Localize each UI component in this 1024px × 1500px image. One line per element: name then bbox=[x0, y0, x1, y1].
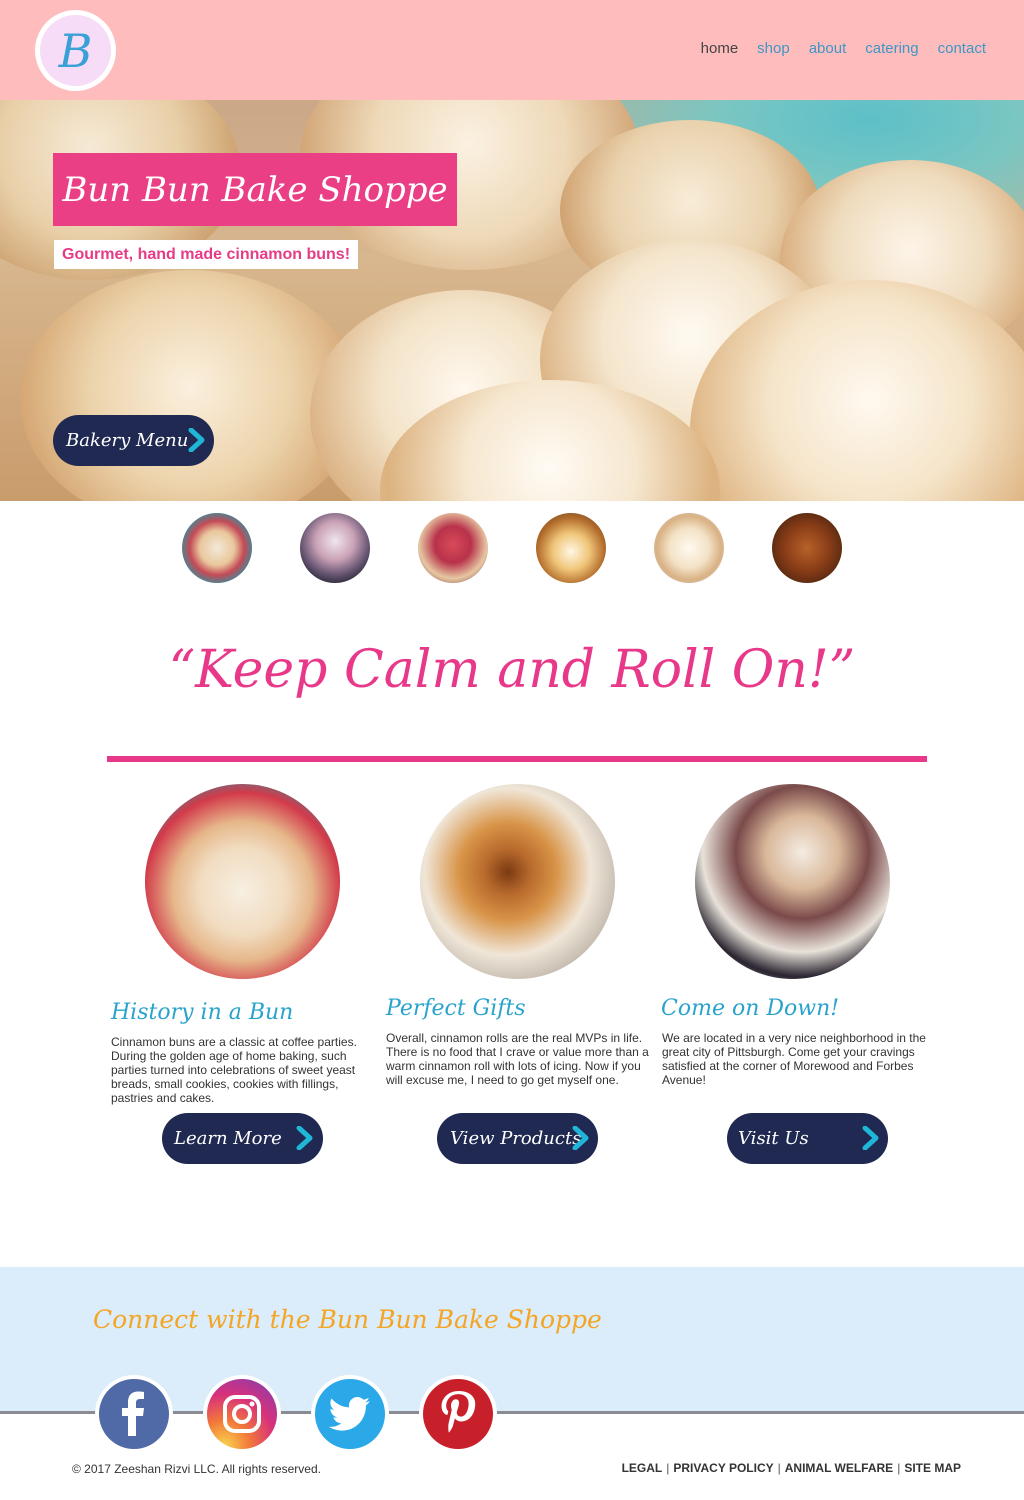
view-products-label: View Products bbox=[450, 1128, 582, 1149]
visit-bun-photo bbox=[695, 784, 890, 979]
hero-subtitle: Gourmet, hand made cinnamon buns! bbox=[62, 245, 351, 263]
thumbnail-berry-bun[interactable] bbox=[300, 513, 370, 583]
footer-link-privacy[interactable]: PRIVACY POLICY bbox=[673, 1461, 773, 1475]
chevron-right-icon bbox=[572, 1126, 589, 1150]
learn-more-button[interactable]: Learn More bbox=[162, 1113, 323, 1164]
feature-title-gifts: Perfect Gifts bbox=[386, 996, 526, 1021]
facebook-icon bbox=[99, 1379, 169, 1449]
visit-us-label: Visit Us bbox=[738, 1128, 809, 1149]
main-nav: home shop about catering contact bbox=[701, 40, 986, 57]
feature-title-visit: Come on Down! bbox=[661, 996, 840, 1021]
chevron-right-icon bbox=[188, 428, 205, 452]
connect-title: Connect with the Bun Bun Bake Shoppe bbox=[93, 1305, 602, 1334]
hero-subtitle-box: Gourmet, hand made cinnamon buns! bbox=[54, 240, 359, 269]
section-divider bbox=[107, 756, 927, 762]
thumbnail-icing-bun[interactable] bbox=[654, 513, 724, 583]
bakery-menu-label: Bakery Menu bbox=[66, 430, 189, 451]
footer-link-legal[interactable]: LEGAL bbox=[622, 1461, 663, 1475]
pinterest-glyph bbox=[441, 1391, 476, 1433]
site-header: B home shop about catering contact bbox=[0, 0, 1024, 100]
twitter-glyph bbox=[328, 1397, 370, 1431]
chevron-right-icon bbox=[296, 1126, 313, 1150]
nav-catering[interactable]: catering bbox=[865, 40, 918, 57]
b-monogram-icon: B bbox=[58, 23, 93, 78]
bakery-menu-button[interactable]: Bakery Menu bbox=[53, 415, 214, 466]
twitter-icon bbox=[315, 1379, 385, 1449]
hero-photo-bun bbox=[20, 270, 360, 501]
footer-link-separator: | bbox=[666, 1461, 670, 1475]
footer-link-separator: | bbox=[777, 1461, 781, 1475]
tagline: “Keep Calm and Roll On!” bbox=[168, 640, 856, 700]
chevron-right-icon bbox=[862, 1126, 879, 1150]
thumbnail-glazed-bun[interactable] bbox=[536, 513, 606, 583]
footer-link-site-map[interactable]: SITE MAP bbox=[904, 1461, 961, 1475]
footer-link-animal-welfare[interactable]: ANIMAL WELFARE bbox=[785, 1461, 893, 1475]
thumbnail-caramel-bun[interactable] bbox=[772, 513, 842, 583]
logo[interactable]: B bbox=[35, 10, 116, 91]
pinterest-link[interactable] bbox=[419, 1375, 497, 1453]
instagram-glyph bbox=[223, 1395, 261, 1433]
instagram-link[interactable] bbox=[203, 1375, 281, 1453]
feature-text-gifts: Overall, cinnamon rolls are the real MVP… bbox=[386, 1031, 649, 1087]
nav-shop[interactable]: shop bbox=[757, 40, 790, 57]
thumbnail-raspberry-bun[interactable] bbox=[418, 513, 488, 583]
visit-us-button[interactable]: Visit Us bbox=[727, 1113, 888, 1164]
history-bun-photo bbox=[145, 784, 340, 979]
feature-text-history: Cinnamon buns are a classic at coffee pa… bbox=[111, 1035, 357, 1105]
facebook-glyph bbox=[122, 1391, 144, 1436]
nav-about[interactable]: about bbox=[809, 40, 847, 57]
nav-contact[interactable]: contact bbox=[938, 40, 986, 57]
copyright-text: © 2017 Zeeshan Rizvi LLC. All rights res… bbox=[72, 1462, 321, 1476]
thumbnail-sprinkle-bun[interactable] bbox=[182, 513, 252, 583]
logo-badge: B bbox=[40, 15, 111, 86]
instagram-icon bbox=[207, 1379, 277, 1449]
hero-title: Bun Bun Bake Shoppe bbox=[62, 169, 448, 210]
view-products-button[interactable]: View Products bbox=[437, 1113, 598, 1164]
hero-banner: Bun Bun Bake Shoppe Gourmet, hand made c… bbox=[0, 100, 1024, 501]
hero-title-box: Bun Bun Bake Shoppe bbox=[53, 153, 457, 226]
facebook-link[interactable] bbox=[95, 1375, 173, 1453]
feature-title-history: History in a Bun bbox=[111, 1000, 294, 1025]
footer-link-separator: | bbox=[897, 1461, 901, 1475]
twitter-link[interactable] bbox=[311, 1375, 389, 1453]
nav-home[interactable]: home bbox=[701, 40, 739, 57]
learn-more-label: Learn More bbox=[174, 1128, 282, 1149]
feature-text-visit: We are located in a very nice neighborho… bbox=[662, 1031, 926, 1087]
pinterest-icon bbox=[423, 1379, 493, 1449]
footer-links: LEGAL | PRIVACY POLICY | ANIMAL WELFARE … bbox=[622, 1461, 961, 1475]
gift-bun-photo bbox=[420, 784, 615, 979]
